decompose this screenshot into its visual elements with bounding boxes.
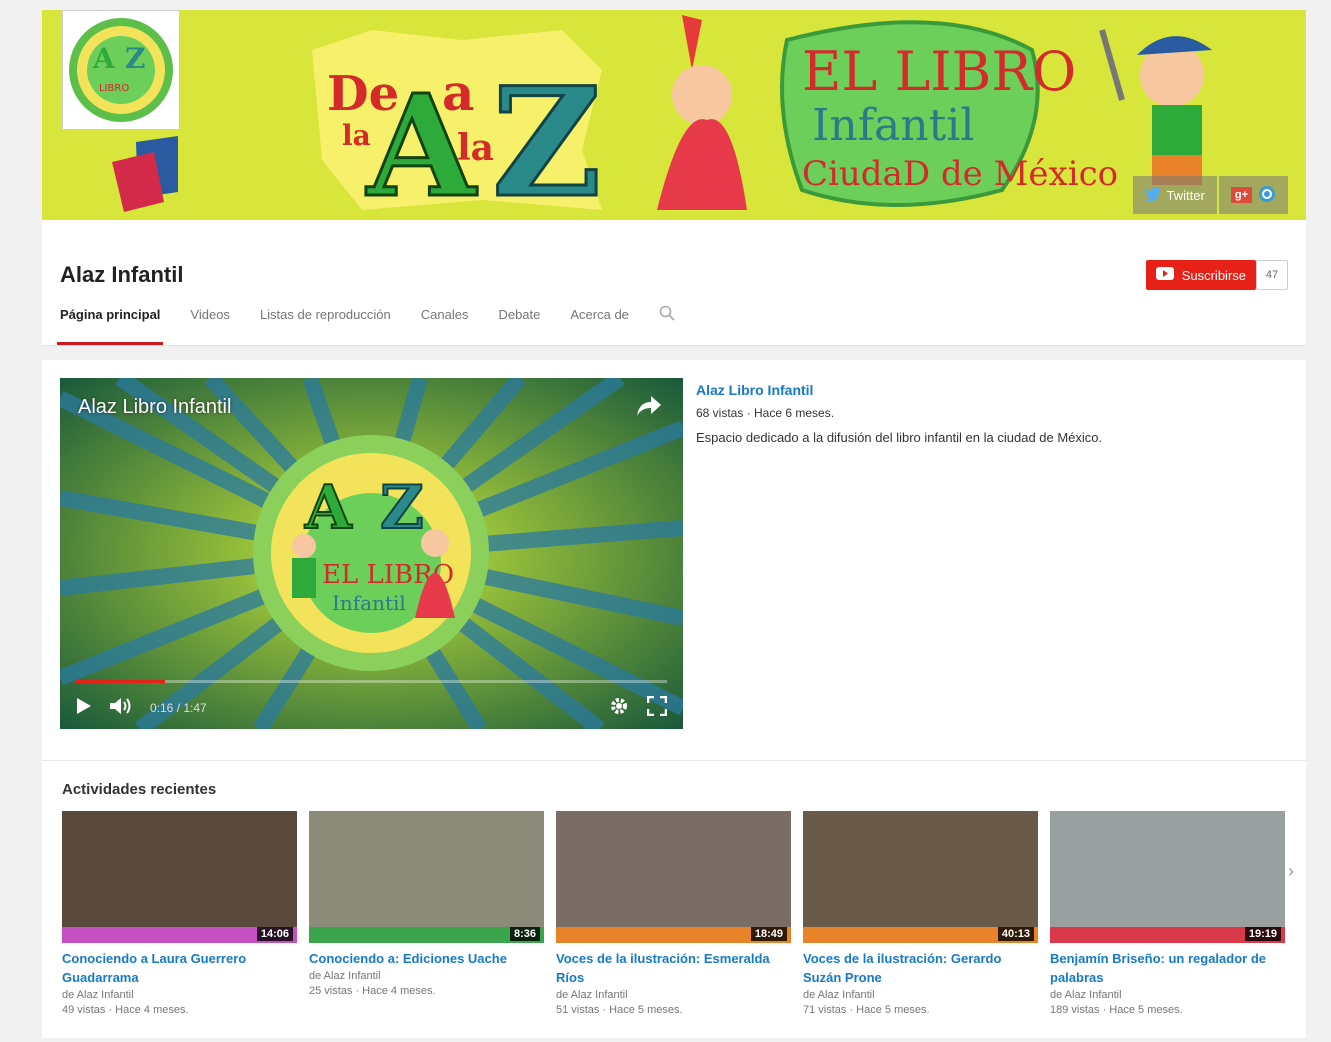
video-player[interactable]: A Z EL LIBRO Infantil Alaz Libro Infanti…: [60, 378, 683, 729]
video-thumbnail[interactable]: 19:19: [1050, 811, 1285, 943]
video-title[interactable]: Conociendo a Laura Guerrero Guadarrama: [62, 949, 297, 987]
svg-text:EL LIBRO: EL LIBRO: [802, 40, 1076, 103]
google-plus-link[interactable]: g+: [1218, 176, 1288, 214]
website-icon: [1258, 185, 1276, 206]
twitter-icon: [1144, 186, 1161, 204]
channel-tabs: Página principal Videos Listas de reprod…: [56, 301, 705, 345]
video-duration: 18:49: [750, 927, 787, 941]
video-thumbnail[interactable]: 14:06: [62, 811, 297, 943]
video-thumbnail[interactable]: 40:13: [803, 811, 1038, 943]
channel-header: Alaz Infantil Suscribirse 47 Página prin…: [42, 220, 1306, 346]
video-duration: 19:19: [1244, 927, 1281, 941]
thumbnail-strip: [309, 927, 544, 943]
featured-video-meta: 68 vistas · Hace 6 meses.: [696, 406, 835, 420]
video-frame: A Z EL LIBRO Infantil: [60, 378, 683, 729]
subscribe-button[interactable]: Suscribirse: [1145, 260, 1256, 290]
video-meta: 71 vistas · Hace 5 meses.: [803, 1004, 930, 1016]
svg-text:A: A: [304, 473, 353, 543]
google-plus-icon: g+: [1230, 187, 1252, 203]
video-title[interactable]: Voces de la ilustración: Esmeralda Ríos: [556, 949, 791, 987]
video-title[interactable]: Conociendo a: Ediciones Uache: [309, 949, 544, 968]
twitter-label: Twitter: [1166, 187, 1205, 203]
featured-section: A Z EL LIBRO Infantil Alaz Libro Infanti…: [42, 360, 1306, 760]
avatar-logo: A Z LIBRO: [69, 18, 173, 122]
twitter-link[interactable]: Twitter: [1132, 176, 1217, 214]
social-links: Twitter g+: [1132, 176, 1288, 214]
video-title[interactable]: Benjamín Briseño: un regalador de palabr…: [1050, 949, 1285, 987]
video-duration: 8:36: [509, 927, 540, 941]
svg-text:la: la: [457, 127, 494, 169]
tab-pagina-principal[interactable]: Página principal: [56, 301, 164, 345]
volume-icon[interactable]: [110, 697, 132, 720]
recent-activities-title: Actividades recientes: [62, 781, 217, 798]
book-decoration: [112, 136, 178, 212]
tab-debate[interactable]: Debate: [498, 301, 540, 345]
video-duration: 14:06: [256, 927, 293, 941]
tab-canales[interactable]: Canales: [421, 301, 469, 345]
svg-text:Z: Z: [125, 42, 145, 75]
video-author: de Alaz Infantil: [309, 970, 381, 982]
svg-text:Infantil: Infantil: [812, 100, 974, 151]
svg-text:A: A: [92, 42, 116, 75]
video-title[interactable]: Voces de la ilustración: Gerardo Suzán P…: [803, 949, 1038, 987]
svg-text:a: a: [442, 63, 474, 122]
channel-banner: De la A a la Z EL LIBRO Infantil CiudaD …: [42, 10, 1306, 220]
tab-listas[interactable]: Listas de reproducción: [260, 301, 391, 345]
video-duration: 40:13: [997, 927, 1034, 941]
video-meta: 25 vistas · Hace 4 meses.: [309, 985, 436, 997]
channel-page: De la A a la Z EL LIBRO Infantil CiudaD …: [42, 10, 1306, 1038]
tab-videos[interactable]: Videos: [190, 301, 230, 345]
video-meta: 51 vistas · Hace 5 meses.: [556, 1004, 683, 1016]
video-author: de Alaz Infantil: [62, 989, 134, 1001]
video-card[interactable]: 40:13 Voces de la ilustración: Gerardo S…: [803, 811, 1038, 1016]
youtube-icon: [1155, 267, 1174, 283]
player-title: Alaz Libro Infantil: [78, 396, 232, 418]
video-card[interactable]: 14:06 Conociendo a Laura Guerrero Guadar…: [62, 811, 297, 1016]
featured-info: Alaz Libro Infantil 68 vistas · Hace 6 m…: [696, 382, 1102, 445]
player-controls: 0:16 / 1:47: [60, 687, 683, 729]
settings-gear-icon[interactable]: [609, 696, 629, 721]
video-card[interactable]: 8:36 Conociendo a: Ediciones Uache de Al…: [309, 811, 544, 1016]
video-card[interactable]: 19:19 Benjamín Briseño: un regalador de …: [1050, 811, 1285, 1016]
chevron-right-icon[interactable]: ›: [1288, 861, 1294, 882]
fullscreen-icon[interactable]: [646, 695, 668, 721]
svg-text:Infantil: Infantil: [332, 591, 406, 615]
search-icon[interactable]: [659, 301, 675, 345]
banner-artwork: De la A a la Z EL LIBRO Infantil CiudaD …: [42, 10, 1306, 220]
progress-fill: [76, 680, 165, 683]
svg-text:Z: Z: [380, 473, 424, 543]
video-thumbnail[interactable]: 18:49: [556, 811, 791, 943]
svg-text:LIBRO: LIBRO: [99, 83, 129, 94]
video-author: de Alaz Infantil: [1050, 989, 1122, 1001]
svg-text:CiudaD de México: CiudaD de México: [802, 154, 1118, 194]
featured-video-description: Espacio dedicado a la difusión del libro…: [696, 430, 1103, 445]
subscribe-label: Suscribirse: [1181, 267, 1246, 283]
play-icon[interactable]: [76, 697, 92, 720]
video-author: de Alaz Infantil: [556, 989, 628, 1001]
progress-bar[interactable]: [76, 680, 667, 683]
video-list: 14:06 Conociendo a Laura Guerrero Guadar…: [62, 811, 1285, 1016]
featured-video-title[interactable]: Alaz Libro Infantil: [696, 382, 1102, 398]
video-meta: 49 vistas · Hace 4 meses.: [62, 1004, 189, 1016]
svg-text:Z: Z: [492, 55, 602, 220]
recent-activities-section: Actividades recientes 14:06 Conociendo a…: [42, 760, 1306, 1038]
video-thumbnail[interactable]: 8:36: [309, 811, 544, 943]
channel-title: Alaz Infantil: [60, 262, 184, 287]
subscriber-count: 47: [1256, 260, 1288, 290]
time-display: 0:16 / 1:47: [150, 701, 207, 715]
video-meta: 189 vistas · Hace 5 meses.: [1050, 1004, 1183, 1016]
tab-acerca-de[interactable]: Acerca de: [570, 301, 629, 345]
share-icon[interactable]: [637, 396, 661, 421]
video-author: de Alaz Infantil: [803, 989, 875, 1001]
channel-avatar[interactable]: A Z LIBRO: [62, 10, 180, 130]
video-card[interactable]: 18:49 Voces de la ilustración: Esmeralda…: [556, 811, 791, 1016]
